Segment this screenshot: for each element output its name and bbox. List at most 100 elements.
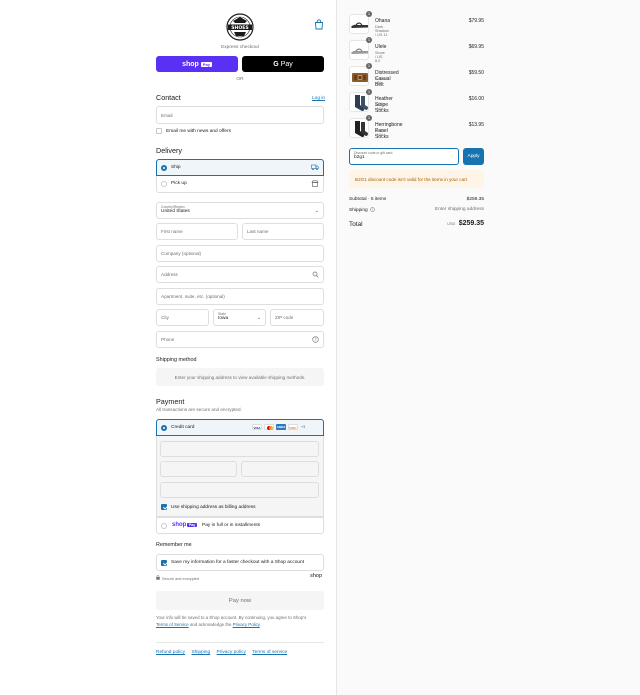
currency-code: USD	[447, 222, 456, 226]
refund-policy-link[interactable]: Refund policy	[156, 650, 185, 655]
mastercard-icon	[264, 424, 274, 430]
ship-label: Ship	[171, 165, 181, 170]
address-field[interactable]: Address	[156, 266, 324, 283]
discover-icon: DISC	[288, 424, 298, 430]
product-price: $69.95	[468, 44, 484, 50]
security-code-field[interactable]	[241, 461, 319, 477]
shop-pay-badge: Pay	[200, 61, 212, 67]
delivery-option-pickup[interactable]: Pick up	[156, 176, 324, 193]
city-placeholder: City	[161, 315, 169, 320]
payment-heading: Payment	[156, 397, 185, 406]
product-thumbnail	[349, 118, 369, 138]
subtotal-value: $259.35	[466, 197, 484, 202]
truck-icon	[311, 164, 319, 171]
quantity-badge: 1	[366, 115, 372, 121]
privacy-policy-link[interactable]: Privacy Policy	[233, 622, 260, 627]
card-logos: VISA AMEX DISC +3	[250, 424, 305, 430]
terms-line: Your info will be saved to a Shop accoun…	[156, 615, 307, 620]
login-link[interactable]: Log in	[312, 96, 325, 101]
delivery-option-ship[interactable]: Ship	[156, 159, 324, 176]
shopping-bag-icon[interactable]	[314, 19, 324, 30]
email-placeholder: Email	[161, 112, 173, 118]
payment-subtitle: All transactions are secure and encrypte…	[156, 407, 242, 412]
ship-radio[interactable]	[161, 164, 167, 171]
credit-card-option[interactable]: Credit card VISA AMEX DISC +3	[156, 419, 324, 436]
apply-discount-button[interactable]: Apply	[463, 148, 484, 165]
terms-period: .	[259, 621, 261, 627]
newsletter-label: Email me with news and offers	[166, 128, 231, 134]
svg-text:?: ?	[371, 208, 373, 212]
product-thumbnail	[349, 92, 369, 112]
first-name-field[interactable]: First name	[156, 223, 238, 240]
state-select[interactable]: State Iowa ⌄	[213, 309, 266, 326]
shipping-label: Shipping	[349, 208, 368, 213]
company-field[interactable]: Company (optional)	[156, 245, 324, 262]
name-on-card-field[interactable]	[160, 482, 319, 498]
product-variant: Black / N/A	[375, 129, 385, 137]
contact-heading: Contact	[156, 93, 181, 102]
apartment-placeholder: Apartment, suite, etc. (optional)	[161, 294, 225, 299]
subtotal-label: Subtotal · 5 items	[349, 197, 387, 202]
help-icon[interactable]: ?	[369, 207, 375, 214]
svg-text:?: ?	[314, 337, 316, 342]
terms-of-service-footer-link[interactable]: Terms of service	[252, 650, 287, 655]
zip-field[interactable]: ZIP code	[270, 309, 324, 326]
city-field[interactable]: City	[156, 309, 209, 326]
product-thumbnail	[349, 14, 369, 34]
google-pay-button[interactable]: G Pay	[242, 56, 324, 72]
shipping-value: Enter shipping address	[434, 207, 484, 212]
address-placeholder: Address	[161, 272, 178, 277]
product-price: $13.95	[468, 122, 484, 128]
phone-field[interactable]: Phone ?	[156, 331, 324, 348]
secure-encrypted: Secure and encrypted	[156, 575, 199, 582]
save-info-box[interactable]: Save my information for a faster checkou…	[156, 554, 324, 571]
shop-pay-label: Pay in full or in installments	[202, 523, 261, 528]
product-thumbnail	[349, 40, 369, 60]
discount-error-message: B2G1 discount code isn't valid for the i…	[349, 170, 484, 188]
discount-code-field[interactable]: Discount code or gift card b2g1	[349, 148, 459, 165]
secure-label: Secure and encrypted	[162, 576, 200, 581]
product-variant: Brown / 36	[375, 77, 386, 85]
express-checkout-label: Express checkout	[221, 45, 259, 50]
chevron-down-icon: ⌄	[314, 208, 319, 214]
country-value: United States	[161, 209, 190, 214]
pay-now-button[interactable]: Pay now	[156, 591, 324, 610]
country-select[interactable]: Country/Region United States ⌄	[156, 202, 324, 219]
billing-address-label: Use shipping address as billing address	[171, 505, 256, 510]
first-name-placeholder: First name	[161, 229, 183, 234]
quantity-badge: 1	[366, 63, 372, 69]
card-number-field[interactable]	[160, 441, 319, 457]
chevron-down-icon: ⌄	[256, 315, 261, 321]
footer-links: Refund policy Shipping Privacy policy Te…	[156, 649, 292, 655]
help-icon[interactable]: ?	[312, 336, 319, 344]
shipping-policy-link[interactable]: Shipping	[191, 650, 210, 655]
credit-card-radio[interactable]	[161, 424, 167, 431]
shop-pay-button[interactable]: shop Pay	[156, 56, 238, 72]
shipping-row: Shipping ?	[349, 207, 375, 214]
product-variant: Stone / US 8.0	[375, 51, 385, 63]
total-label: Total	[349, 221, 363, 228]
save-info-checkbox[interactable]	[161, 559, 167, 566]
store-logo[interactable]: SHOES	[224, 12, 256, 42]
more-cards-count: +3	[301, 425, 306, 429]
apartment-field[interactable]: Apartment, suite, etc. (optional)	[156, 288, 324, 305]
pickup-radio[interactable]	[161, 180, 167, 187]
last-name-placeholder: Last name	[247, 229, 269, 234]
product-name: Ulele	[375, 44, 387, 50]
terms-text: Your info will be saved to a Shop accoun…	[156, 615, 326, 628]
last-name-field[interactable]: Last name	[242, 223, 324, 240]
privacy-policy-footer-link[interactable]: Privacy policy	[217, 650, 246, 655]
svg-text:SHOES: SHOES	[231, 25, 249, 31]
newsletter-checkbox[interactable]	[156, 128, 162, 134]
phone-placeholder: Phone	[161, 337, 175, 342]
billing-address-checkbox[interactable]	[161, 504, 167, 510]
expiration-date-field[interactable]	[160, 461, 237, 477]
email-field[interactable]: Email	[156, 106, 324, 124]
quantity-badge: 1	[366, 37, 372, 43]
terms-of-service-link[interactable]: Terms of Service	[156, 622, 189, 627]
google-pay-label: Pay	[280, 60, 293, 68]
save-info-label: Save my information for a faster checkou…	[171, 560, 305, 565]
shop-pay-radio[interactable]	[161, 522, 167, 529]
total-amount: USD $259.35	[420, 220, 484, 227]
shop-pay-option[interactable]: shop Pay Pay in full or in installments	[156, 517, 324, 534]
